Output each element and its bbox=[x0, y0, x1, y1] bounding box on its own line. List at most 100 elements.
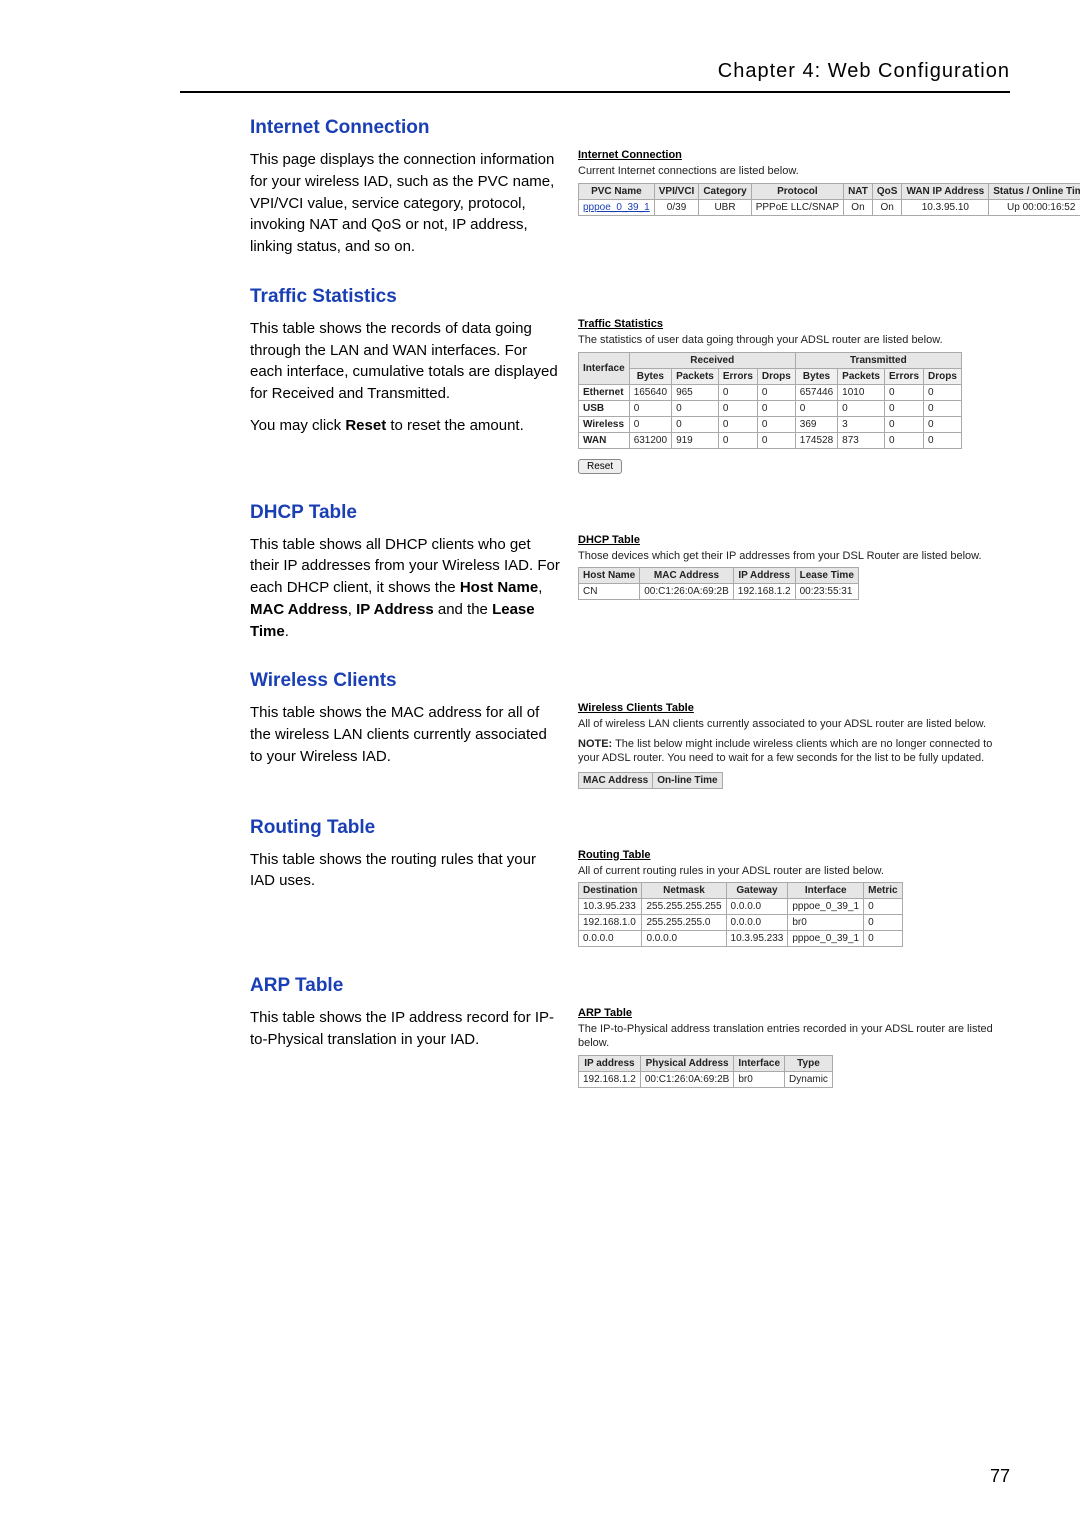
cell: 192.168.1.2 bbox=[579, 1071, 641, 1087]
shot-title-traffic: Traffic Statistics bbox=[578, 318, 1010, 330]
cell: On bbox=[844, 199, 873, 215]
cell-pvc-name[interactable]: pppoe_0_39_1 bbox=[579, 199, 655, 215]
th: Packets bbox=[838, 368, 885, 384]
cell: 0 bbox=[718, 416, 757, 432]
shot-caption-arp: The IP-to-Physical address translation e… bbox=[578, 1023, 1010, 1051]
heading-wireless: Wireless Clients bbox=[250, 670, 1010, 692]
cell: 0 bbox=[672, 400, 719, 416]
th: Errors bbox=[884, 368, 923, 384]
th: Drops bbox=[924, 368, 962, 384]
text-bold: Host Name bbox=[460, 579, 538, 596]
cell: 0/39 bbox=[654, 199, 699, 215]
cell: 192.168.1.0 bbox=[579, 915, 642, 931]
cell: 919 bbox=[672, 432, 719, 448]
desc-internet: This page displays the connection inform… bbox=[250, 149, 560, 258]
text: You may click bbox=[250, 417, 345, 434]
heading-routing: Routing Table bbox=[250, 817, 1010, 839]
cell: 873 bbox=[838, 432, 885, 448]
th: IP Address bbox=[733, 568, 795, 584]
th: IP address bbox=[579, 1055, 641, 1071]
cell: 0 bbox=[718, 432, 757, 448]
th: VPI/VCI bbox=[654, 183, 699, 199]
cell: 0 bbox=[757, 384, 795, 400]
cell: 0 bbox=[629, 416, 671, 432]
cell: 0 bbox=[884, 432, 923, 448]
cell: 0 bbox=[884, 400, 923, 416]
cell: 0 bbox=[757, 416, 795, 432]
cell: 0 bbox=[838, 400, 885, 416]
cell: 0 bbox=[757, 400, 795, 416]
th: Interface bbox=[734, 1055, 785, 1071]
th: Host Name bbox=[579, 568, 640, 584]
th: PVC Name bbox=[579, 183, 655, 199]
desc-routing: This table shows the routing rules that … bbox=[250, 849, 560, 948]
table-arp: IP address Physical Address Interface Ty… bbox=[578, 1055, 833, 1088]
shot-title-internet: Internet Connection bbox=[578, 149, 1010, 161]
shot-caption-wireless: All of wireless LAN clients currently as… bbox=[578, 718, 1010, 732]
table-row: 10.3.95.233 255.255.255.255 0.0.0.0 pppo… bbox=[579, 899, 903, 915]
cell: 10.3.95.233 bbox=[726, 931, 788, 947]
cell-iface: USB bbox=[579, 400, 630, 416]
th: Errors bbox=[718, 368, 757, 384]
cell: 174528 bbox=[795, 432, 837, 448]
cell: 0.0.0.0 bbox=[726, 899, 788, 915]
th: Physical Address bbox=[640, 1055, 734, 1071]
th: Bytes bbox=[629, 368, 671, 384]
cell: 0.0.0.0 bbox=[726, 915, 788, 931]
th: MAC Address bbox=[579, 772, 653, 788]
cell: 657446 bbox=[795, 384, 837, 400]
th: Netmask bbox=[642, 883, 726, 899]
text-bold: Reset bbox=[345, 417, 386, 434]
cell: 369 bbox=[795, 416, 837, 432]
cell: 0 bbox=[718, 384, 757, 400]
cell: 00:C1:26:0A:69:2B bbox=[640, 1071, 734, 1087]
note-text: The list below might include wireless cl… bbox=[578, 738, 992, 764]
cell: 0 bbox=[864, 899, 902, 915]
cell-iface: Ethernet bbox=[579, 384, 630, 400]
th: NAT bbox=[844, 183, 873, 199]
cell: 0.0.0.0 bbox=[642, 931, 726, 947]
th: MAC Address bbox=[640, 568, 734, 584]
cell: pppoe_0_39_1 bbox=[788, 931, 864, 947]
cell: 10.3.95.10 bbox=[902, 199, 989, 215]
note-wireless: NOTE: The list below might include wirel… bbox=[578, 738, 1010, 766]
cell: 255.255.255.0 bbox=[642, 915, 726, 931]
cell: 1010 bbox=[838, 384, 885, 400]
text: and the bbox=[434, 601, 492, 618]
reset-button[interactable]: Reset bbox=[578, 459, 622, 474]
cell: 0 bbox=[924, 400, 962, 416]
section-arp: ARP Table This table shows the IP addres… bbox=[250, 975, 1010, 1088]
page-number: 77 bbox=[990, 1466, 1010, 1487]
section-routing: Routing Table This table shows the routi… bbox=[250, 817, 1010, 948]
desc-wireless: This table shows the MAC address for all… bbox=[250, 702, 560, 788]
heading-dhcp: DHCP Table bbox=[250, 502, 1010, 524]
table-traffic: Interface Received Transmitted Bytes Pac… bbox=[578, 352, 962, 449]
section-traffic: Traffic Statistics This table shows the … bbox=[250, 286, 1010, 474]
desc-traffic-2: You may click Reset to reset the amount. bbox=[250, 415, 560, 437]
cell: 965 bbox=[672, 384, 719, 400]
th: Type bbox=[785, 1055, 833, 1071]
cell: 3 bbox=[838, 416, 885, 432]
text: , bbox=[538, 579, 542, 596]
shot-title-wireless: Wireless Clients Table bbox=[578, 702, 1010, 714]
table-row: CN 00:C1:26:0A:69:2B 192.168.1.2 00:23:5… bbox=[579, 584, 859, 600]
th: Category bbox=[699, 183, 751, 199]
section-dhcp: DHCP Table This table shows all DHCP cli… bbox=[250, 502, 1010, 643]
th: On-line Time bbox=[653, 772, 722, 788]
cell: 0 bbox=[864, 915, 902, 931]
table-row: Wireless 0 0 0 0 369 3 0 0 bbox=[579, 416, 962, 432]
table-row: WAN 631200 919 0 0 174528 873 0 0 bbox=[579, 432, 962, 448]
table-row: USB 0 0 0 0 0 0 0 0 bbox=[579, 400, 962, 416]
cell: UBR bbox=[699, 199, 751, 215]
th: Metric bbox=[864, 883, 902, 899]
th: Interface bbox=[579, 352, 630, 384]
shot-title-routing: Routing Table bbox=[578, 849, 1010, 861]
note-label: NOTE: bbox=[578, 738, 612, 750]
desc-dhcp: This table shows all DHCP clients who ge… bbox=[250, 534, 560, 643]
table-row: 192.168.1.2 00:C1:26:0A:69:2B br0 Dynami… bbox=[579, 1071, 833, 1087]
table-dhcp: Host Name MAC Address IP Address Lease T… bbox=[578, 567, 859, 600]
chapter-header: Chapter 4: Web Configuration bbox=[180, 60, 1010, 93]
cell: 0.0.0.0 bbox=[579, 931, 642, 947]
table-row: pppoe_0_39_1 0/39 UBR PPPoE LLC/SNAP On … bbox=[579, 199, 1080, 215]
cell: 0 bbox=[924, 432, 962, 448]
